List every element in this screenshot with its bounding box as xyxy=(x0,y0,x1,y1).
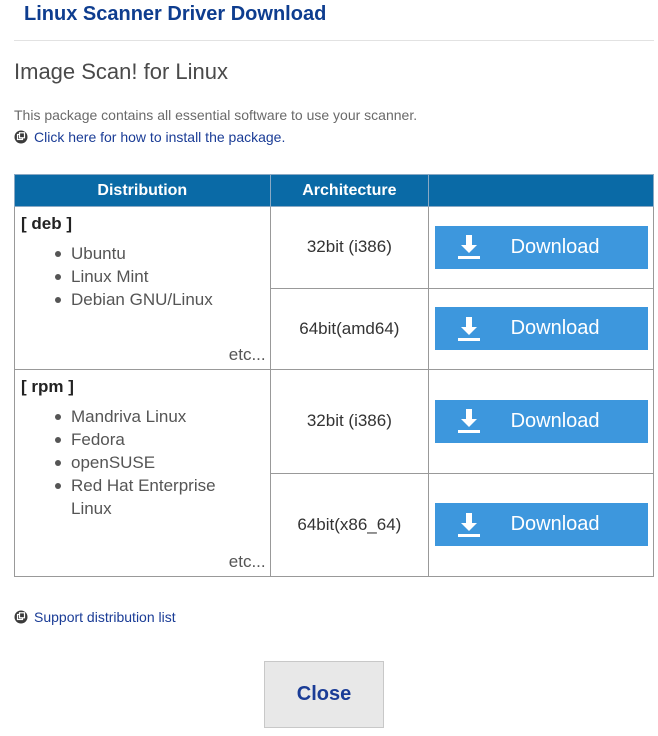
download-arrow-icon xyxy=(457,316,480,341)
list-item: Red Hat Enterprise Linux xyxy=(51,474,231,520)
list-item: Debian GNU/Linux xyxy=(51,288,270,311)
rpm-etc-text: etc... xyxy=(228,552,266,571)
download-arrow-icon xyxy=(457,235,480,260)
download-cell: Download xyxy=(428,287,654,370)
download-label: Download xyxy=(510,235,600,258)
distribution-table: Distribution Architecture [ deb ] Ubuntu… xyxy=(14,174,654,577)
list-item: Mandriva Linux xyxy=(51,405,270,428)
header-distribution: Distribution xyxy=(14,174,271,207)
install-instructions-link[interactable]: Click here for how to install the packag… xyxy=(14,129,285,145)
download-arrow-icon xyxy=(457,512,480,537)
package-description: This package contains all essential soft… xyxy=(14,107,418,123)
page-title: Image Scan! for Linux xyxy=(14,59,229,84)
rpm-group-label: [ rpm ] xyxy=(21,377,74,396)
close-button[interactable]: Close xyxy=(264,661,384,728)
header-title: Linux Scanner Driver Download xyxy=(24,3,327,25)
header-divider xyxy=(14,40,654,41)
circle-arrow-icon xyxy=(14,610,28,624)
install-link-text[interactable]: Click here for how to install the packag… xyxy=(34,129,285,145)
download-label: Download xyxy=(510,513,600,536)
download-label: Download xyxy=(510,317,600,340)
circle-arrow-icon xyxy=(14,130,28,144)
list-item: openSUSE xyxy=(51,451,270,474)
deb-group-label: [ deb ] xyxy=(21,214,72,233)
download-rpm-32-button[interactable]: Download xyxy=(434,399,648,443)
arch-rpm-64: 64bit(x86_64) xyxy=(269,472,430,577)
download-deb-32-button[interactable]: Download xyxy=(434,225,648,269)
support-distribution-link[interactable]: Support distribution list xyxy=(14,609,176,625)
download-cell: Download xyxy=(428,206,654,289)
download-label: Download xyxy=(510,409,600,432)
arch-rpm-32: 32bit (i386) xyxy=(269,369,430,474)
header-architecture: Architecture xyxy=(269,174,430,207)
list-item: Fedora xyxy=(51,428,270,451)
list-item: Linux Mint xyxy=(51,265,270,288)
rpm-distro-list: Mandriva Linux Fedora openSUSE Red Hat E… xyxy=(15,405,270,520)
download-deb-64-button[interactable]: Download xyxy=(434,307,648,351)
deb-etc-text: etc... xyxy=(228,345,266,364)
download-rpm-64-button[interactable]: Download xyxy=(434,503,648,547)
list-item: Ubuntu xyxy=(51,242,270,265)
arch-deb-32: 32bit (i386) xyxy=(269,206,430,289)
arch-deb-64: 64bit(amd64) xyxy=(269,287,430,370)
download-arrow-icon xyxy=(457,409,480,434)
header-download xyxy=(428,174,654,207)
deb-distribution-cell: [ deb ] Ubuntu Linux Mint Debian GNU/Lin… xyxy=(14,206,271,370)
rpm-distribution-cell: [ rpm ] Mandriva Linux Fedora openSUSE R… xyxy=(14,369,271,577)
deb-distro-list: Ubuntu Linux Mint Debian GNU/Linux xyxy=(15,242,270,311)
download-cell: Download xyxy=(428,472,654,577)
download-cell: Download xyxy=(428,369,654,474)
support-link-text[interactable]: Support distribution list xyxy=(34,609,176,625)
